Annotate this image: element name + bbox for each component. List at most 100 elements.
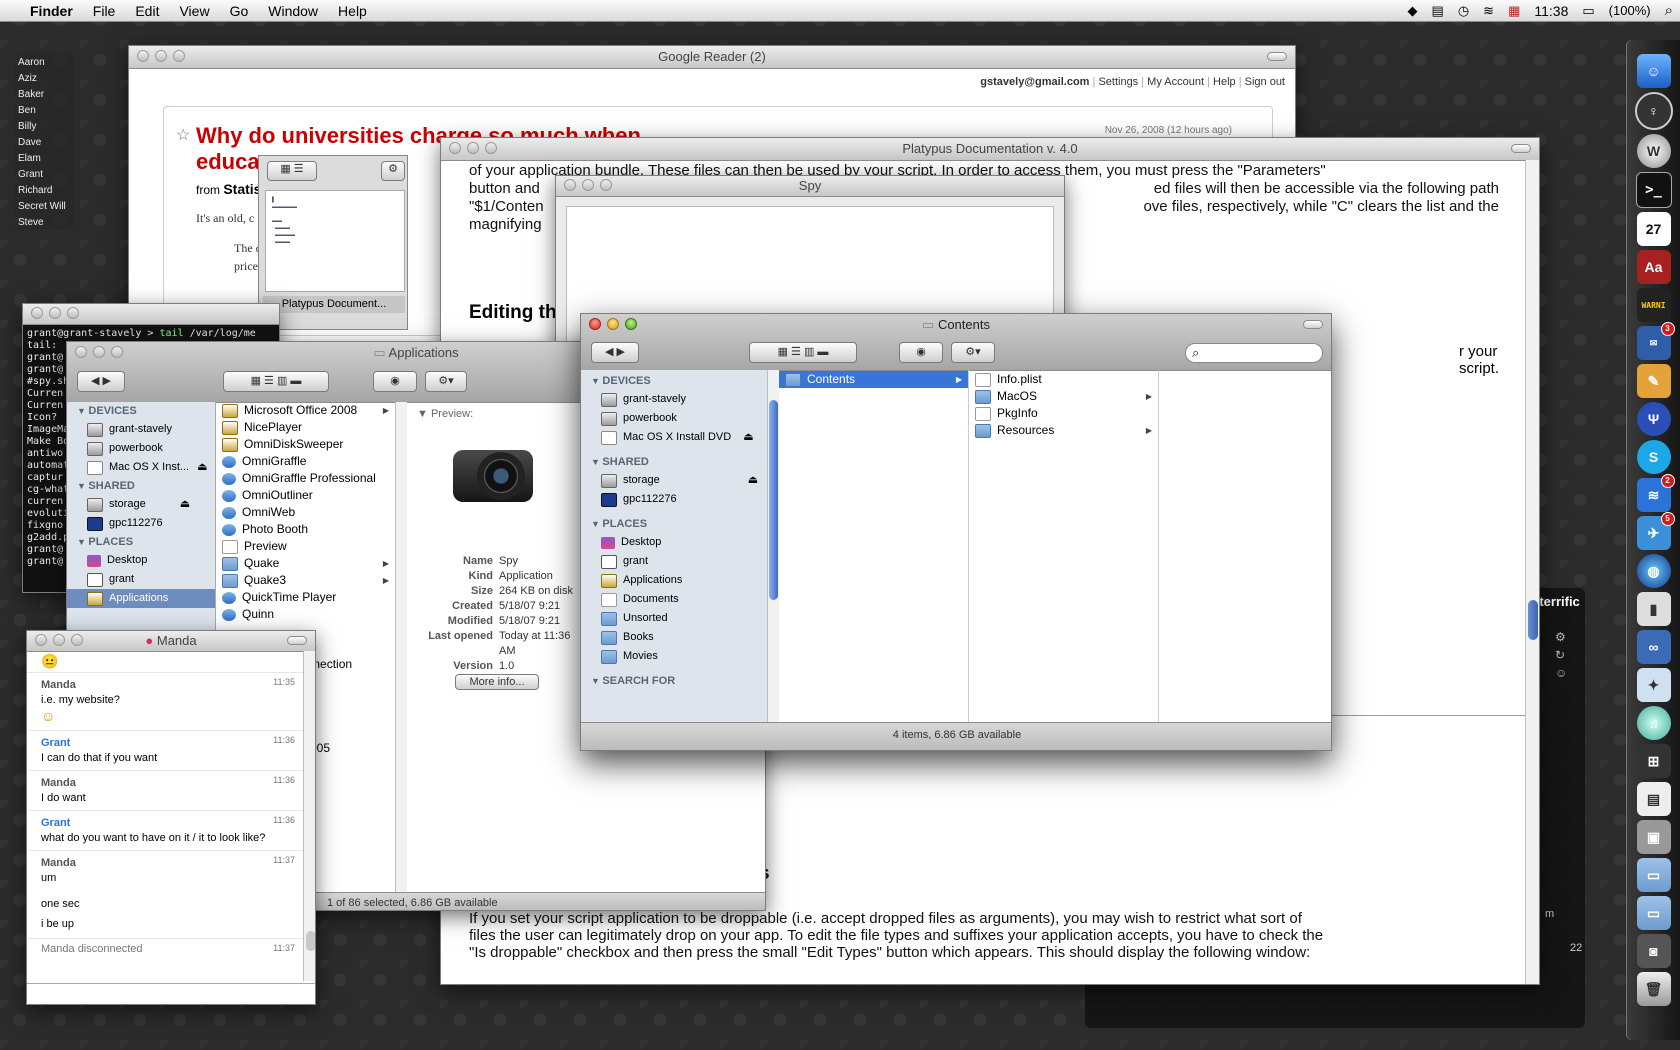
view-mode-buttons[interactable]: ▦ ☰ ▥ ▬ xyxy=(223,371,329,392)
sidebar-item-movies[interactable]: Movies xyxy=(581,647,767,666)
title-bar[interactable]: Spy xyxy=(556,176,1064,197)
chat-scrollbar[interactable] xyxy=(303,651,315,981)
bird-dock-icon[interactable]: ✈ 5 xyxy=(1636,512,1675,550)
minimize-button[interactable] xyxy=(93,346,105,358)
minimize-button[interactable] xyxy=(49,307,61,319)
spotlight-icon[interactable]: ⌕ xyxy=(1658,2,1680,19)
list-item[interactable]: Quake ▶ xyxy=(216,555,395,572)
notes-dock-icon[interactable]: ✎ xyxy=(1636,364,1671,398)
zoom-button[interactable] xyxy=(173,50,185,62)
sign-out-link[interactable]: Sign out xyxy=(1245,76,1285,88)
mail-dock-icon[interactable]: ✉ 3 xyxy=(1636,322,1675,360)
calendar-dock-icon[interactable]: 27 xyxy=(1636,212,1671,246)
column-item-macos[interactable]: MacOS ▶ xyxy=(969,388,1158,405)
list-item[interactable]: Preview xyxy=(216,538,395,555)
view-toggle[interactable]: ▦ ☰ xyxy=(267,161,317,181)
title-bar[interactable]: ● Manda xyxy=(27,631,315,652)
toolbar-toggle-button[interactable] xyxy=(1303,320,1323,329)
close-button[interactable] xyxy=(31,307,43,319)
minimize-button[interactable] xyxy=(607,318,619,330)
zoom-button[interactable] xyxy=(485,142,497,154)
eject-icon[interactable]: ⏏ xyxy=(180,495,190,514)
sidebar-item-storage[interactable]: storage ⏏ xyxy=(67,495,215,514)
buddy-item[interactable]: Dave xyxy=(14,135,74,151)
zoom-button[interactable] xyxy=(67,307,79,319)
skype-dock-icon[interactable]: S xyxy=(1636,440,1671,474)
star-icon[interactable]: ☆ xyxy=(176,125,190,145)
action-gear-icon[interactable]: ⚙▾ xyxy=(425,371,467,392)
view-mode-buttons[interactable]: ▦ ☰ ▥ ▬ xyxy=(749,342,857,363)
settings-link[interactable]: Settings xyxy=(1098,76,1138,88)
network-dock-icon[interactable]: ◍ xyxy=(1636,554,1671,588)
chat-input[interactable] xyxy=(27,983,315,1004)
chat-transcript[interactable]: 😐 Manda 11:35 i.e. my website? ☺ Grant 11:36 I… xyxy=(27,651,303,981)
column-item-pkginfo[interactable]: PkgInfo xyxy=(969,405,1158,422)
gear-icon[interactable]: ⚙ xyxy=(381,161,405,181)
remote-dock-icon[interactable]: ▮ xyxy=(1636,592,1671,626)
close-button[interactable] xyxy=(564,179,576,191)
wifi-icon[interactable]: ≋ xyxy=(1476,3,1501,19)
battery-icon[interactable]: ▭ xyxy=(1575,3,1601,19)
sidebar-item-install-dvd[interactable]: Mac OS X Install DVD ⏏ xyxy=(581,428,767,447)
more-info-button[interactable]: More info... xyxy=(455,674,539,690)
sidebar-item-grant[interactable]: grant xyxy=(67,570,215,589)
quick-look-eye-icon[interactable]: ◉ xyxy=(373,371,417,392)
photos-dock-icon[interactable]: ▣ xyxy=(1636,820,1671,854)
close-button[interactable] xyxy=(449,142,461,154)
downloads-folder-dock-icon[interactable]: ▭ xyxy=(1636,896,1671,930)
toolbar-toggle-button[interactable] xyxy=(287,636,307,645)
sidebar-item-grant[interactable]: grant xyxy=(581,552,767,571)
back-forward-buttons[interactable]: ◀ ▶ xyxy=(77,371,125,392)
battery-percent[interactable]: (100%) xyxy=(1602,3,1658,18)
buddy-item[interactable]: Aaron xyxy=(14,55,74,71)
document-thumbnail[interactable]: ▌ ▬▬▬▬▬ ▬▬ · ▬▬▬ · ▬▬▬▬ · ▬▬▬ xyxy=(265,190,405,292)
toolbar-toggle-button[interactable] xyxy=(1267,52,1287,61)
finder-dock-icon[interactable]: ☺ xyxy=(1636,54,1671,88)
sidebar-item-desktop[interactable]: Desktop xyxy=(581,533,767,552)
shared-header[interactable]: SHARED xyxy=(581,453,767,471)
close-button[interactable] xyxy=(35,634,47,646)
binoculars-dock-icon[interactable]: ∞ xyxy=(1636,630,1671,664)
list-item[interactable]: OmniOutliner xyxy=(216,487,395,504)
document-dock-icon[interactable]: ▤ xyxy=(1636,782,1671,816)
minimize-button[interactable] xyxy=(467,142,479,154)
sidebar-item-install-dvd[interactable]: Mac OS X Inst... ⏏ xyxy=(67,458,215,477)
list-item[interactable]: OmniWeb xyxy=(216,504,395,521)
minimize-button[interactable] xyxy=(582,179,594,191)
sidebar-scrollbar[interactable] xyxy=(767,370,779,722)
dictionary-dock-icon[interactable]: Aa xyxy=(1636,250,1671,284)
sidebar-item-gpc112276[interactable]: gpc112276 xyxy=(581,490,767,509)
eject-icon[interactable]: ⏏ xyxy=(748,471,758,490)
minimize-button[interactable] xyxy=(155,50,167,62)
zoom-button[interactable] xyxy=(625,318,637,330)
column-item-info-plist[interactable]: Info.plist xyxy=(969,371,1158,388)
sidebar-item-books[interactable]: Books xyxy=(581,628,767,647)
flag-icon[interactable]: ▦ xyxy=(1501,3,1527,19)
sidebar-item-powerbook[interactable]: powerbook xyxy=(67,439,215,458)
windows-dock-icon[interactable]: ⊞ xyxy=(1636,744,1671,778)
menu-file[interactable]: File xyxy=(83,3,126,19)
menu-view[interactable]: View xyxy=(169,3,219,19)
sidebar-item-documents[interactable]: Documents xyxy=(581,590,767,609)
places-header[interactable]: PLACES xyxy=(67,533,215,551)
list-item[interactable]: QuickTime Player xyxy=(216,589,395,606)
search-for-header[interactable]: SEARCH FOR xyxy=(581,672,767,690)
scroll-thumb[interactable] xyxy=(769,400,778,600)
sidebar-item-grant-stavely[interactable]: grant-stavely xyxy=(581,390,767,409)
action-gear-icon[interactable]: ⚙▾ xyxy=(951,342,995,363)
zoom-button[interactable] xyxy=(111,346,123,358)
title-bar[interactable] xyxy=(23,304,279,325)
sidebar-item-storage[interactable]: storage ⏏ xyxy=(581,471,767,490)
document-label[interactable]: Platypus Document... xyxy=(263,296,405,313)
toolbar-toggle-button[interactable] xyxy=(1511,144,1531,153)
list-item[interactable]: Microsoft Office 2008 ▶ xyxy=(216,402,395,419)
buddy-item[interactable]: Secret Will xyxy=(14,199,74,215)
close-button[interactable] xyxy=(75,346,87,358)
list-item[interactable]: Photo Booth xyxy=(216,521,395,538)
zoom-button[interactable] xyxy=(71,634,83,646)
ichat-dock-icon[interactable]: ♀ xyxy=(1634,92,1673,130)
shared-header[interactable]: SHARED xyxy=(67,477,215,495)
eject-icon[interactable]: ⏏ xyxy=(197,458,207,477)
help-link[interactable]: Help xyxy=(1213,76,1236,88)
devices-header[interactable]: DEVICES xyxy=(67,402,215,420)
